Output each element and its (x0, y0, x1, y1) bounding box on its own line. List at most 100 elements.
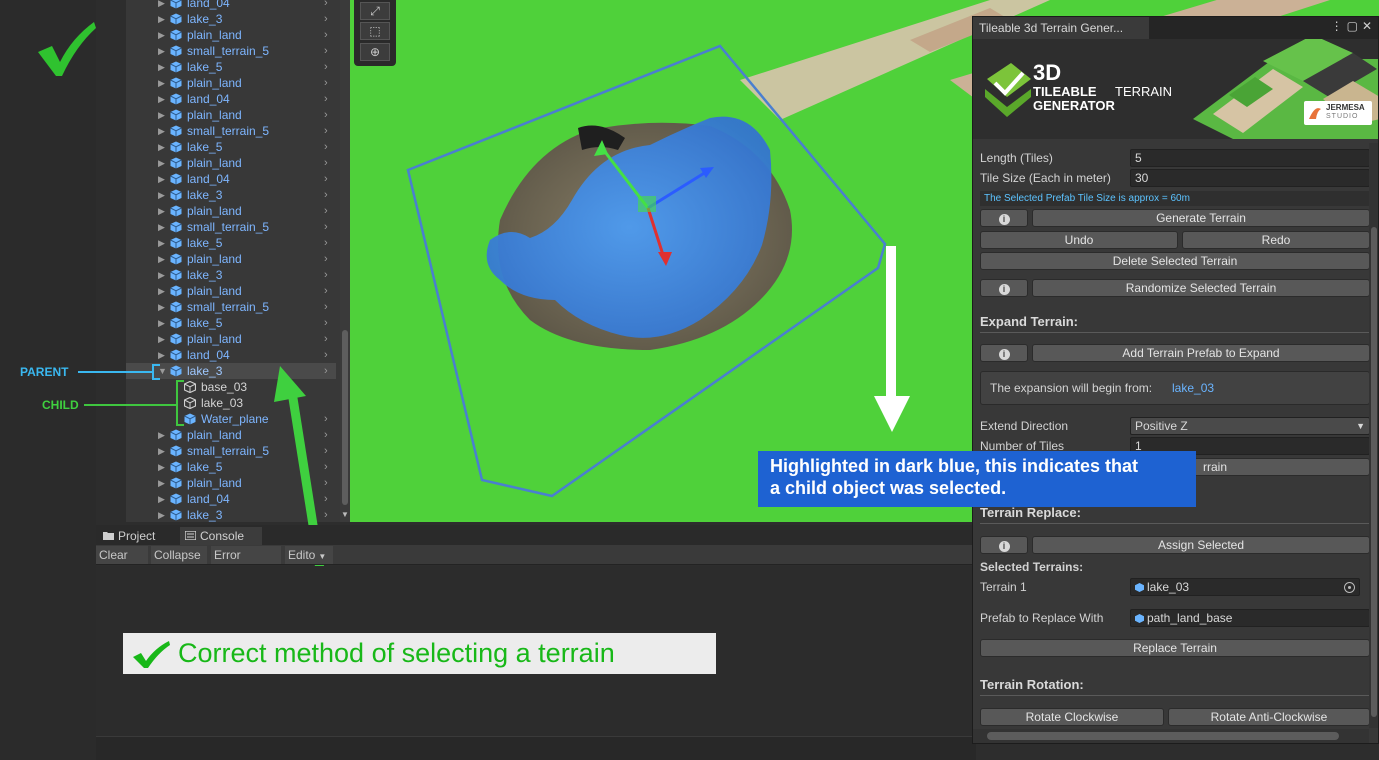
hierarchy-item[interactable]: ▶ lake_5 › (126, 235, 336, 251)
inspector-vertical-scrollbar[interactable] (1369, 143, 1378, 728)
expand-arrow-right-icon[interactable]: ▶ (158, 427, 168, 443)
expand-arrow-right-icon[interactable]: ▶ (158, 107, 168, 123)
hierarchy-scrollbar-thumb[interactable] (342, 330, 348, 505)
transform-tool-button[interactable]: ⊕ (360, 43, 390, 61)
hierarchy-item[interactable]: ▶ small_terrain_5 › (126, 299, 336, 315)
hierarchy-item[interactable]: ▶ plain_land › (126, 283, 336, 299)
hierarchy-item[interactable]: ▶ land_04 › (126, 91, 336, 107)
expand-arrow-right-icon[interactable]: ▶ (158, 11, 168, 27)
inspector-vertical-scrollbar-thumb[interactable] (1371, 227, 1377, 717)
chevron-right-icon[interactable]: › (324, 235, 328, 251)
terrain1-object-field[interactable]: lake_03 (1130, 578, 1360, 596)
hierarchy-item[interactable]: ▶ plain_land › (126, 155, 336, 171)
chevron-right-icon[interactable]: › (324, 251, 328, 267)
extend-direction-dropdown[interactable]: Positive Z ▼ (1130, 417, 1370, 435)
hierarchy-item[interactable]: ▶ land_04 › (126, 0, 336, 11)
replace-terrain-button[interactable]: Replace Terrain (980, 639, 1370, 657)
chevron-right-icon[interactable]: › (324, 283, 328, 299)
rect-tool-button[interactable]: ⬚ (360, 22, 390, 40)
move-tool-button[interactable]: ⤢ (360, 2, 390, 20)
tile-size-field[interactable]: 30 (1130, 169, 1370, 187)
undo-button[interactable]: Undo (980, 231, 1178, 249)
hierarchy-item[interactable]: ▶ plain_land › (126, 107, 336, 123)
expand-arrow-right-icon[interactable]: ▶ (158, 27, 168, 43)
assign-selected-button[interactable]: Assign Selected (1032, 536, 1370, 554)
scroll-down-arrow-icon[interactable]: ▼ (341, 510, 349, 519)
expand-arrow-right-icon[interactable]: ▶ (158, 75, 168, 91)
expand-arrow-right-icon[interactable]: ▶ (158, 459, 168, 475)
expand-arrow-right-icon[interactable]: ▶ (158, 299, 168, 315)
expand-arrow-right-icon[interactable]: ▶ (158, 267, 168, 283)
error-pause-button[interactable]: Error Pause (211, 546, 281, 580)
hierarchy-item[interactable]: ▶ plain_land › (126, 331, 336, 347)
chevron-right-icon[interactable]: › (324, 203, 328, 219)
tab-project[interactable]: Project (98, 527, 174, 545)
chevron-right-icon[interactable]: › (324, 299, 328, 315)
expand-info-button[interactable]: i (980, 344, 1028, 362)
chevron-right-icon[interactable]: › (324, 139, 328, 155)
kebab-menu-icon[interactable]: ⋮ (1331, 19, 1347, 33)
chevron-right-icon[interactable]: › (324, 107, 328, 123)
hierarchy-item[interactable]: ▶ lake_5 › (126, 315, 336, 331)
chevron-right-icon[interactable]: › (324, 187, 328, 203)
expand-arrow-right-icon[interactable]: ▶ (158, 219, 168, 235)
randomize-info-button[interactable]: i (980, 279, 1028, 297)
hierarchy-item[interactable]: ▶ small_terrain_5 › (126, 43, 336, 59)
expand-arrow-right-icon[interactable]: ▶ (158, 203, 168, 219)
object-picker-icon[interactable] (1344, 582, 1355, 593)
chevron-right-icon[interactable]: › (324, 75, 328, 91)
collapse-button[interactable]: Collapse (151, 546, 207, 564)
replace-info-button[interactable]: i (980, 536, 1028, 554)
hierarchy-item[interactable]: ▶ lake_3 › (126, 11, 336, 27)
expand-arrow-right-icon[interactable]: ▶ (158, 171, 168, 187)
inspector-horizontal-scrollbar-thumb[interactable] (987, 732, 1339, 740)
rotate-clockwise-button[interactable]: Rotate Clockwise (980, 708, 1164, 726)
expand-arrow-right-icon[interactable]: ▶ (158, 347, 168, 363)
expand-arrow-right-icon[interactable]: ▶ (158, 59, 168, 75)
length-field[interactable]: 5 (1130, 149, 1370, 167)
expand-arrow-right-icon[interactable]: ▶ (158, 315, 168, 331)
chevron-right-icon[interactable]: › (324, 123, 328, 139)
hierarchy-item[interactable]: ▶ land_04 › (126, 171, 336, 187)
inspector-horizontal-scrollbar[interactable] (973, 729, 1369, 743)
hierarchy-item[interactable]: ▶ land_04 › (126, 347, 336, 363)
chevron-right-icon[interactable]: › (324, 0, 328, 11)
chevron-right-icon[interactable]: › (324, 59, 328, 75)
chevron-right-icon[interactable]: › (324, 91, 328, 107)
hierarchy-item[interactable]: ▶ small_terrain_5 › (126, 123, 336, 139)
hierarchy-item[interactable]: ▶ plain_land › (126, 251, 336, 267)
tab-console[interactable]: Console (180, 527, 262, 545)
expand-arrow-right-icon[interactable]: ▶ (158, 235, 168, 251)
expand-arrow-right-icon[interactable]: ▶ (158, 331, 168, 347)
hierarchy-item[interactable]: ▶ plain_land › (126, 75, 336, 91)
generate-info-button[interactable]: i (980, 209, 1028, 227)
chevron-right-icon[interactable]: › (324, 267, 328, 283)
hierarchy-item[interactable]: ▶ lake_5 › (126, 59, 336, 75)
generate-terrain-button[interactable]: Generate Terrain (1032, 209, 1370, 227)
expand-arrow-right-icon[interactable]: ▶ (158, 123, 168, 139)
chevron-right-icon[interactable]: › (324, 155, 328, 171)
maximize-icon[interactable]: ▢ (1347, 19, 1362, 33)
close-icon[interactable]: ✕ (1362, 19, 1376, 33)
chevron-right-icon[interactable]: › (324, 11, 328, 27)
clear-button[interactable]: Clear ▼ (96, 546, 148, 579)
editor-dropdown[interactable]: Edito ▼ (285, 546, 333, 564)
hierarchy-item[interactable]: ▶ small_terrain_5 › (126, 219, 336, 235)
chevron-right-icon[interactable]: › (324, 43, 328, 59)
expand-arrow-right-icon[interactable]: ▶ (158, 139, 168, 155)
expand-arrow-right-icon[interactable]: ▶ (158, 283, 168, 299)
hierarchy-item[interactable]: ▶ lake_5 › (126, 139, 336, 155)
expand-arrow-right-icon[interactable]: ▶ (158, 507, 168, 522)
hierarchy-item[interactable]: ▶ lake_3 › (126, 267, 336, 283)
expand-arrow-right-icon[interactable]: ▶ (158, 0, 168, 11)
expand-arrow-right-icon[interactable]: ▶ (158, 475, 168, 491)
delete-selected-terrain-button[interactable]: Delete Selected Terrain (980, 252, 1370, 270)
randomize-selected-terrain-button[interactable]: Randomize Selected Terrain (1032, 279, 1370, 297)
expand-arrow-right-icon[interactable]: ▶ (158, 251, 168, 267)
expand-arrow-right-icon[interactable]: ▶ (158, 91, 168, 107)
hierarchy-item[interactable]: ▶ plain_land › (126, 27, 336, 43)
chevron-right-icon[interactable]: › (324, 347, 328, 363)
expand-arrow-right-icon[interactable]: ▶ (158, 187, 168, 203)
hierarchy-item[interactable]: ▶ plain_land › (126, 203, 336, 219)
rotate-anticlockwise-button[interactable]: Rotate Anti-Clockwise (1168, 708, 1370, 726)
